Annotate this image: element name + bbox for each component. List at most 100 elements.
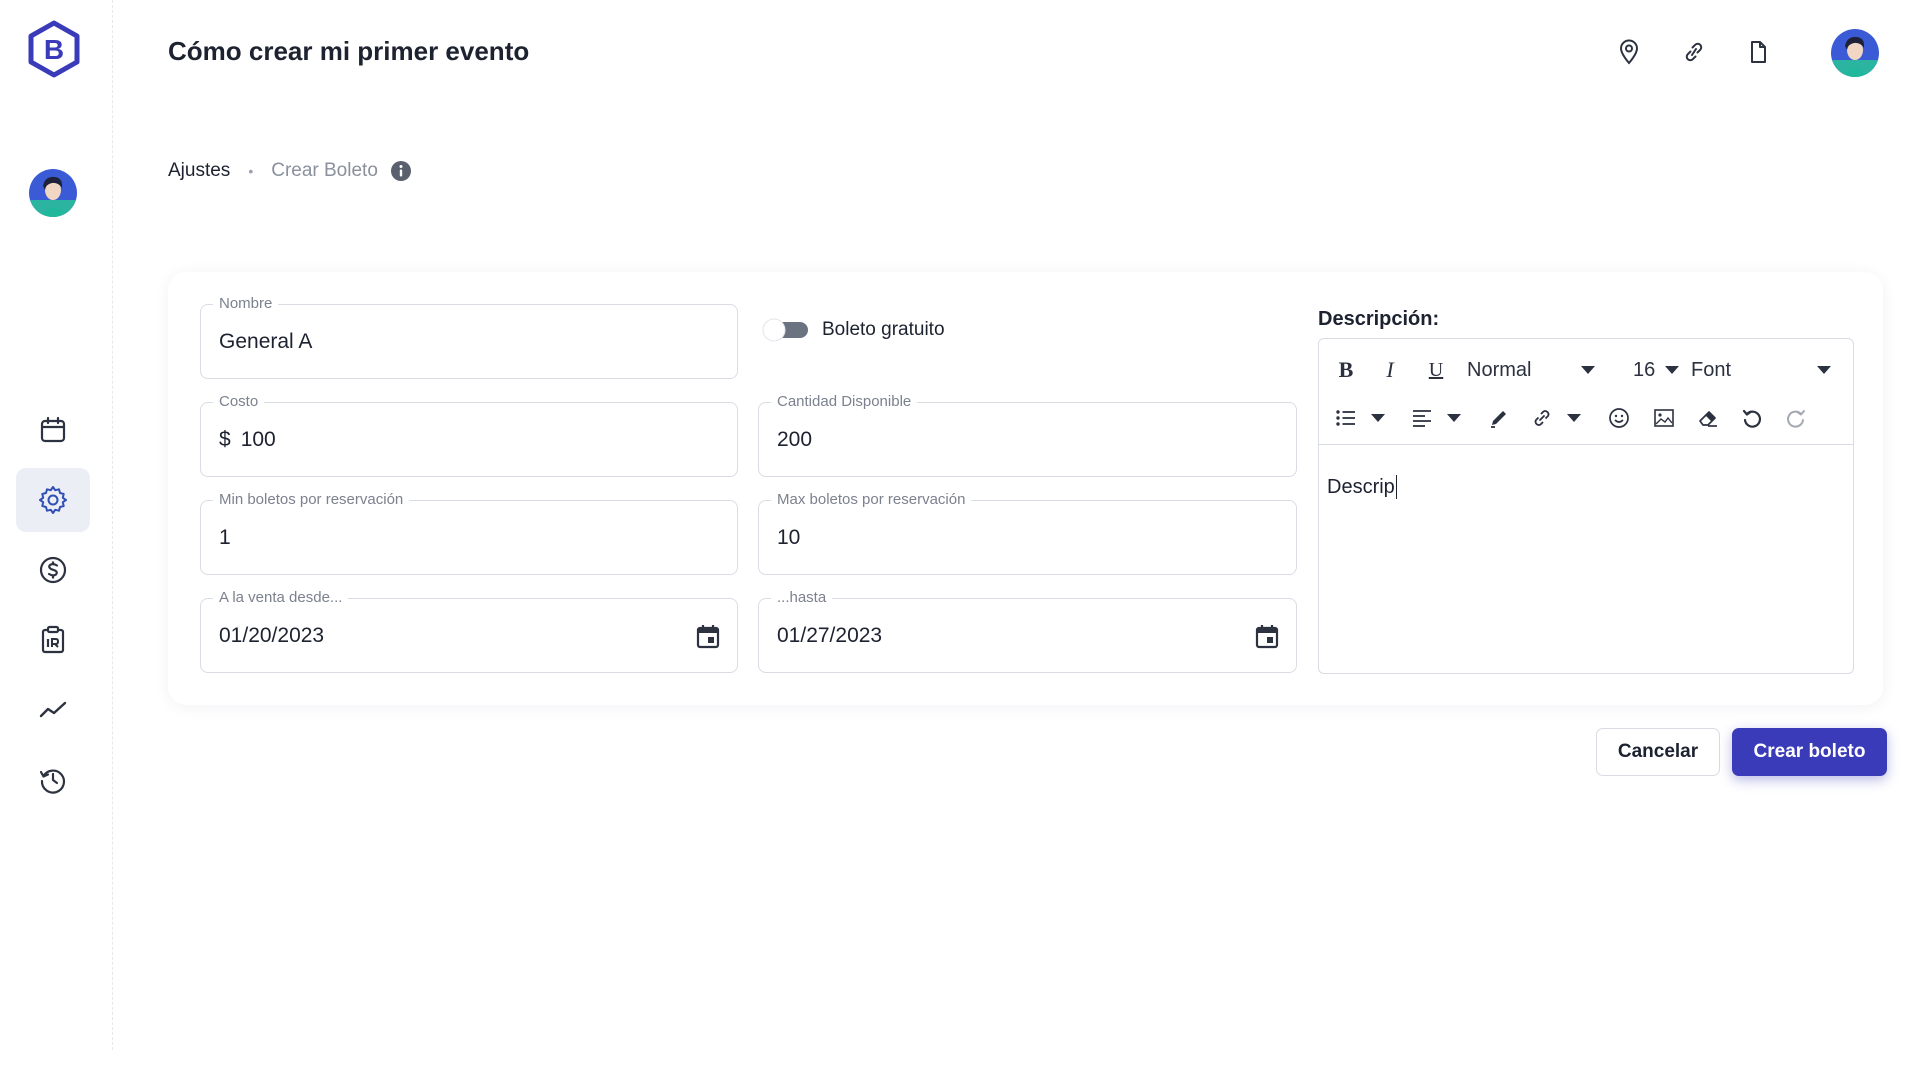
bold-button[interactable]: B: [1331, 353, 1361, 387]
link-button[interactable]: [1527, 401, 1557, 435]
italic-icon: I: [1386, 357, 1394, 382]
pencil-color-icon: [1491, 411, 1506, 428]
cantidad-field[interactable]: Cantidad Disponible 200: [758, 392, 1297, 477]
chevron-down-icon: [1817, 366, 1831, 374]
sidebar-item-settings[interactable]: [16, 468, 90, 532]
clear-format-button[interactable]: [1693, 401, 1723, 435]
max-boletos-field[interactable]: Max boletos por reservación 10: [758, 490, 1297, 575]
dollar-coin-icon: [39, 556, 67, 584]
chevron-down-icon: [1447, 414, 1461, 422]
venta-hasta-field[interactable]: ...hasta 01/27/2023: [758, 588, 1297, 673]
breadcrumb-ajustes[interactable]: Ajustes: [168, 160, 230, 182]
chevron-down-icon: [1371, 414, 1385, 422]
breadcrumb-current: Crear Boleto: [271, 160, 378, 181]
color-button[interactable]: [1484, 401, 1514, 435]
info-icon[interactable]: [390, 160, 412, 182]
page-title: Cómo crear mi primer evento: [168, 36, 530, 66]
analytics-trend-icon: [39, 701, 67, 718]
date-picker-calendar-icon[interactable]: [1253, 622, 1281, 650]
font-family-value: Font: [1691, 358, 1732, 381]
history-icon: [39, 769, 66, 794]
link-icon: [1534, 410, 1550, 426]
editor-text-area[interactable]: Descrip: [1327, 475, 1398, 499]
link-dropdown[interactable]: [1565, 401, 1583, 435]
underline-icon: U: [1428, 358, 1444, 381]
venta-desde-value: 01/20/2023: [219, 623, 325, 647]
block-format-select[interactable]: Normal: [1467, 353, 1595, 387]
italic-button[interactable]: I: [1375, 353, 1405, 387]
font-size-select[interactable]: 16: [1633, 353, 1679, 387]
nombre-field[interactable]: Nombre General A: [200, 294, 738, 379]
currency-prefix: $: [219, 427, 231, 451]
align-button[interactable]: [1407, 401, 1437, 435]
settings-gear-icon: [39, 486, 67, 514]
sidebar-item-payments[interactable]: [16, 538, 90, 602]
list-dropdown[interactable]: [1369, 401, 1387, 435]
redo-icon: [1787, 410, 1805, 428]
description-title: Descripción:: [1318, 308, 1440, 330]
app-logo[interactable]: B: [25, 20, 83, 78]
document-button[interactable]: [1745, 38, 1771, 66]
max-boletos-value: 10: [777, 525, 801, 549]
costo-value: 100: [240, 427, 276, 451]
max-boletos-label: Max boletos por reservación: [771, 490, 972, 510]
calendar-icon: [40, 416, 66, 443]
editor-text: Descrip: [1327, 475, 1395, 498]
align-left-icon: [1413, 410, 1431, 427]
logo-hexagon-icon: B: [28, 20, 80, 78]
chevron-down-icon: [1581, 366, 1595, 374]
image-icon: [1654, 409, 1674, 427]
emoji-smile-icon: [1609, 408, 1629, 428]
cantidad-value: 200: [777, 427, 813, 451]
chevron-down-icon: [1665, 366, 1679, 374]
font-family-select[interactable]: Font: [1691, 353, 1831, 387]
cancel-button[interactable]: Cancelar: [1596, 728, 1720, 776]
align-dropdown[interactable]: [1445, 401, 1463, 435]
venta-hasta-value: 01/27/2023: [777, 623, 883, 647]
emoji-button[interactable]: [1604, 401, 1634, 435]
min-boletos-label: Min boletos por reservación: [213, 490, 410, 510]
user-avatar-header[interactable]: [1830, 28, 1880, 78]
boleto-gratuito-toggle[interactable]: [762, 318, 810, 342]
create-ticket-button[interactable]: Crear boleto: [1732, 728, 1887, 776]
sidebar: B: [0, 0, 113, 1050]
undo-button[interactable]: [1737, 401, 1767, 435]
list-button[interactable]: [1331, 401, 1361, 435]
breadcrumb-separator: •: [248, 163, 254, 179]
eraser-icon: [1699, 411, 1717, 427]
description-editor: B I U Normal 16 Font Descrip: [1318, 338, 1854, 674]
nombre-value: General A: [219, 329, 313, 353]
reports-icon: [41, 625, 65, 654]
venta-desde-field[interactable]: A la venta desde... 01/20/2023: [200, 588, 738, 673]
image-button[interactable]: [1649, 401, 1679, 435]
user-avatar-sidebar[interactable]: [28, 168, 78, 218]
sidebar-item-calendar[interactable]: [16, 398, 90, 462]
date-picker-calendar-icon[interactable]: [694, 622, 722, 650]
document-icon: [1751, 41, 1766, 63]
redo-button[interactable]: [1781, 401, 1811, 435]
sidebar-item-analytics[interactable]: [16, 678, 90, 742]
bold-icon: B: [1338, 357, 1354, 382]
svg-text:B: B: [44, 34, 64, 65]
toggle-switch-icon: [762, 318, 808, 342]
link-icon: [1685, 42, 1703, 62]
min-boletos-value: 1: [219, 525, 231, 549]
location-button[interactable]: [1616, 38, 1642, 66]
costo-value-wrap: $ 100: [219, 403, 276, 476]
sidebar-item-reports[interactable]: [16, 608, 90, 672]
text-cursor: [1395, 475, 1398, 499]
costo-field[interactable]: Costo $ 100: [200, 392, 738, 477]
sidebar-item-history[interactable]: [16, 748, 90, 812]
underline-button[interactable]: U: [1421, 353, 1451, 387]
undo-icon: [1742, 409, 1762, 428]
font-size-value: 16: [1633, 358, 1656, 381]
min-boletos-field[interactable]: Min boletos por reservación 1: [200, 490, 738, 575]
chevron-down-icon: [1567, 414, 1581, 422]
copy-link-button[interactable]: [1681, 38, 1707, 66]
editor-toolbar: B I U Normal 16 Font: [1319, 339, 1853, 445]
location-pin-icon: [1619, 39, 1639, 65]
block-format-value: Normal: [1467, 358, 1532, 381]
bulleted-list-icon: [1336, 410, 1355, 426]
breadcrumb: Ajustes • Crear Boleto: [168, 160, 412, 182]
boleto-gratuito-label: Boleto gratuito: [822, 319, 945, 340]
